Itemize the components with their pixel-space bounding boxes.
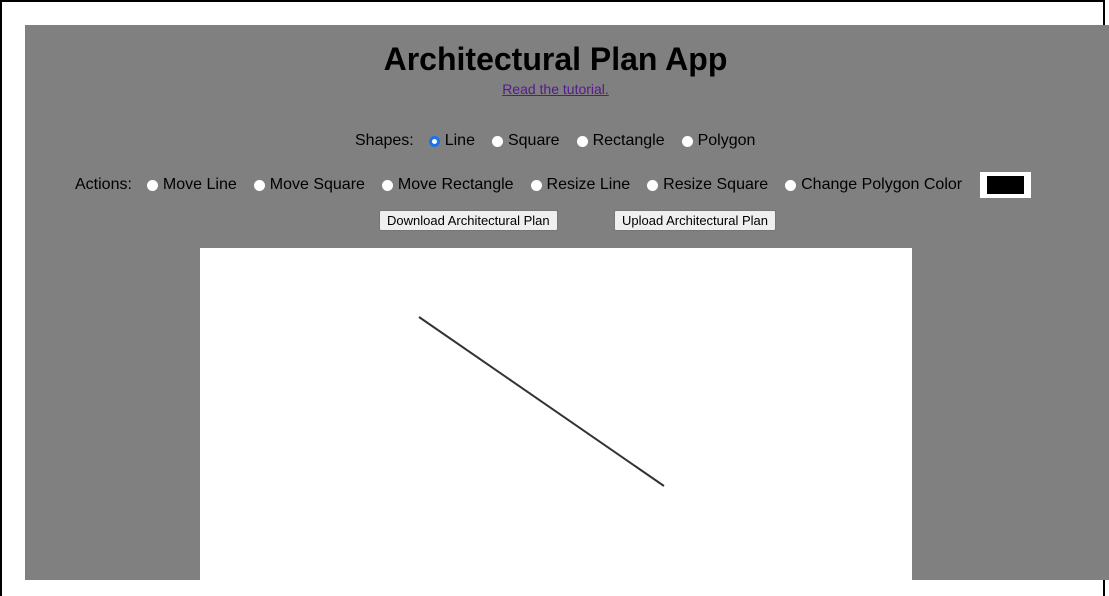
shape-option-rectangle[interactable]: Rectangle: [576, 132, 665, 150]
shape-option-square[interactable]: Square: [491, 132, 560, 150]
shape-option-label: Rectangle: [592, 132, 665, 149]
action-option-resize-square[interactable]: Resize Square: [647, 176, 768, 194]
radio-resize-line[interactable]: [530, 179, 542, 191]
radio-rectangle[interactable]: [576, 135, 588, 147]
tutorial-link[interactable]: Read the tutorial.: [502, 81, 609, 97]
download-plan-button[interactable]: Download Architectural Plan: [379, 210, 558, 231]
radio-change-polygon-color[interactable]: [785, 179, 797, 191]
actions-label: Actions:: [75, 176, 132, 193]
upload-plan-button[interactable]: Upload Architectural Plan: [614, 210, 776, 231]
shape-option-label: Square: [507, 132, 560, 149]
shape-option-polygon[interactable]: Polygon: [681, 132, 756, 150]
action-option-label: Resize Line: [546, 176, 631, 193]
action-option-change-polygon-color[interactable]: Change Polygon Color: [785, 176, 962, 194]
action-option-label: Resize Square: [663, 176, 769, 193]
shapes-row: Shapes: Line Square Rectangle Polygon: [355, 132, 772, 150]
action-option-move-line[interactable]: Move Line: [146, 176, 237, 194]
app-container: Architectural Plan App Read the tutorial…: [25, 25, 1109, 580]
polygon-color-picker[interactable]: [980, 172, 1032, 198]
radio-line[interactable]: [428, 135, 440, 147]
actions-row: Actions: Move Line Move Square Move Rect…: [75, 172, 1032, 198]
action-option-label: Move Square: [269, 176, 365, 193]
shapes-label: Shapes:: [355, 132, 414, 149]
action-option-label: Move Rectangle: [397, 176, 514, 193]
canvas-svg: [418, 316, 665, 487]
radio-move-line[interactable]: [146, 179, 158, 191]
drawing-canvas[interactable]: [200, 248, 912, 580]
shape-option-line[interactable]: Line: [428, 132, 475, 150]
action-option-move-square[interactable]: Move Square: [253, 176, 365, 194]
tutorial-link-container: Read the tutorial.: [25, 81, 1086, 97]
action-option-label: Change Polygon Color: [801, 176, 963, 193]
radio-resize-square[interactable]: [647, 179, 659, 191]
action-option-move-rectangle[interactable]: Move Rectangle: [381, 176, 514, 194]
radio-move-square[interactable]: [253, 179, 265, 191]
shape-option-label: Line: [444, 132, 475, 149]
radio-move-rectangle[interactable]: [381, 179, 393, 191]
action-option-label: Move Line: [162, 176, 237, 193]
polygon-color-fill: [987, 176, 1025, 194]
page-title: Architectural Plan App: [383, 41, 728, 77]
shape-option-label: Polygon: [697, 132, 756, 149]
radio-polygon[interactable]: [681, 135, 693, 147]
drawn-line[interactable]: [418, 316, 665, 487]
radio-square[interactable]: [491, 135, 503, 147]
action-option-resize-line[interactable]: Resize Line: [530, 176, 631, 194]
